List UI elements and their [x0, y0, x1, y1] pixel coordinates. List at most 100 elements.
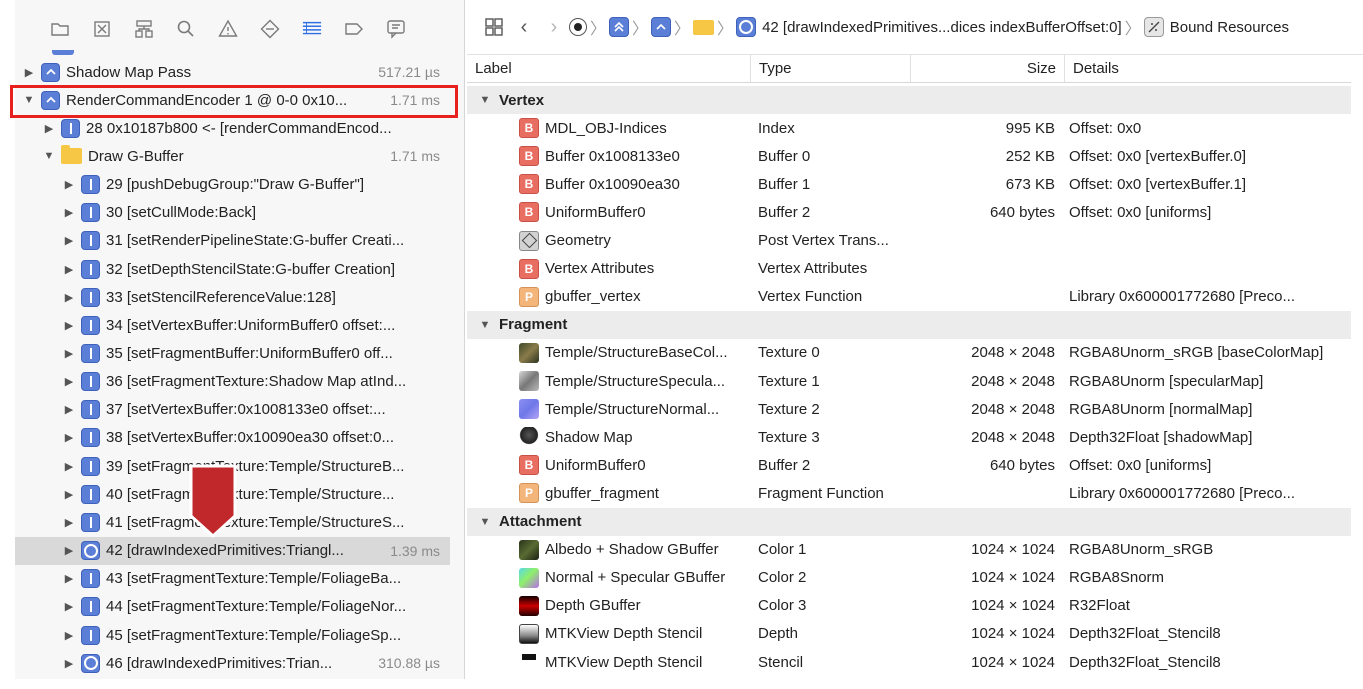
breadcrumb-bound-resources[interactable]: Bound Resources	[1170, 19, 1289, 36]
breadcrumb-separator-icon: 〉	[632, 21, 649, 38]
disclosure-collapsed-icon[interactable]: ▶	[63, 179, 75, 191]
disclosure-expanded-icon[interactable]: ▼	[479, 94, 491, 106]
disclosure-collapsed-icon[interactable]: ▶	[63, 207, 75, 219]
breadcrumb-separator-icon: 〉	[1124, 21, 1141, 38]
breadcrumb-current[interactable]: 42 [drawIndexedPrimitives...dices indexB…	[762, 19, 1122, 36]
group-label: Fragment	[499, 316, 568, 334]
cell-size: 252 KB	[1005, 147, 1055, 165]
disclosure-collapsed-icon[interactable]: ▶	[63, 488, 75, 501]
tree-row[interactable]: ▶ 46 [drawIndexedPrimitives:Trian... 310.8…	[15, 649, 450, 677]
comment-icon[interactable]	[375, 16, 417, 42]
column-header-label[interactable]: Label	[467, 55, 751, 82]
resource-row[interactable]: Geometry Post Vertex Trans...	[467, 227, 1351, 255]
resource-row[interactable]: Normal + Specular GBuffer Color 2 1024 × 1…	[467, 564, 1351, 592]
tree-row-label: 39 [setFragmentTexture:Temple/StructureB…	[106, 457, 405, 475]
back-chevron-icon[interactable]: ‹	[509, 13, 539, 41]
folder-icon[interactable]	[39, 16, 81, 42]
disclosure-collapsed-icon[interactable]: ▶	[63, 573, 75, 585]
disclosure-collapsed-icon[interactable]: ▶	[63, 545, 75, 557]
disclosure-collapsed-icon[interactable]: ▶	[63, 319, 75, 332]
column-header-type[interactable]: Type	[751, 55, 911, 82]
tree-row[interactable]: ▼ Draw G-Buffer 1.71 ms	[15, 142, 450, 170]
cell-details: RGBA8Unorm_sRGB [baseColorMap]	[1069, 344, 1324, 362]
resource-row[interactable]: Depth GBuffer Color 3 1024 × 1024 R32Float	[467, 592, 1351, 620]
tree-row[interactable]: ▶ 28 0x10187b800 <- [renderCommandEncod..…	[15, 114, 450, 142]
resource-row[interactable]: Shadow Map Texture 3 2048 × 2048 Depth32Flo…	[467, 423, 1351, 451]
list-icon[interactable]	[291, 16, 333, 42]
tree-row[interactable]: ▶ 29 [pushDebugGroup:"Draw G-Buffer"]	[15, 171, 450, 199]
disclosure-collapsed-icon[interactable]: ▶	[63, 348, 75, 360]
resource-row[interactable]: Temple/StructureNormal... Texture 2 2048 ×…	[467, 395, 1351, 423]
resource-row[interactable]: Pgbuffer_vertex Vertex Function Library 0x…	[467, 283, 1351, 311]
tree-row[interactable]: ▶ 43 [setFragmentTexture:Temple/FoliageBa…	[15, 565, 450, 593]
api-call-icon	[81, 597, 100, 617]
disclosure-collapsed-icon[interactable]: ▶	[63, 629, 75, 642]
resource-row[interactable]: B Buffer 0x10090ea30 Buffer 1 673 KB Offset:…	[467, 170, 1351, 198]
group-row-attachment[interactable]: ▼ Attachment	[467, 507, 1351, 536]
disclosure-collapsed-icon[interactable]: ▶	[63, 516, 75, 529]
column-header-size[interactable]: Size	[911, 55, 1065, 82]
tree-row[interactable]: ▶ 37 [setVertexBuffer:0x1008133e0 offset:…	[15, 396, 450, 424]
group-row-fragment[interactable]: ▼ Fragment	[467, 310, 1351, 339]
search-icon[interactable]	[165, 16, 207, 42]
disclosure-collapsed-icon[interactable]: ▶	[23, 66, 35, 79]
cell-size: 640 bytes	[989, 456, 1055, 474]
tree-row[interactable]: ▶ 32 [setDepthStencilState:G-buffer Creat…	[15, 255, 450, 283]
tree-row[interactable]: ▶ Shadow Map Pass 517.21 µs	[15, 58, 450, 86]
disclosure-expanded-icon[interactable]: ▼	[43, 150, 55, 162]
group-row-vertex[interactable]: ▼ Vertex	[467, 86, 1351, 114]
tree-row[interactable]: ▶ 45 [setFragmentTexture:Temple/FoliageSp…	[15, 621, 450, 649]
resource-row[interactable]: B Vertex Attributes Vertex Attributes	[467, 255, 1351, 283]
tree-row[interactable]: ▶ 31 [setRenderPipelineState:G-buffer Cre…	[15, 227, 450, 255]
trace-icon[interactable]	[569, 18, 587, 36]
disclosure-collapsed-icon[interactable]: ▶	[63, 460, 75, 473]
tree-row[interactable]: ▶ 38 [setVertexBuffer:0x10090ea30 offset:…	[15, 424, 450, 452]
resource-row[interactable]: B Buffer 0x1008133e0 Buffer 0 252 KB Offset:…	[467, 142, 1351, 170]
tree-row-label: 34 [setVertexBuffer:UniformBuffer0 offse…	[106, 316, 396, 334]
resource-row[interactable]: Temple/StructureBaseCol... Texture 0 2048 …	[467, 339, 1351, 367]
resource-row[interactable]: B UniformBuffer0 Buffer 2 640 bytes Offset: …	[467, 451, 1351, 479]
encoder-icon[interactable]	[651, 17, 672, 37]
disclosure-collapsed-icon[interactable]: ▶	[63, 263, 75, 276]
resource-row[interactable]: Pgbuffer_fragment Fragment Function Librar…	[467, 479, 1351, 507]
resource-label: Vertex Attributes	[545, 260, 655, 278]
warning-icon[interactable]	[207, 16, 249, 42]
resource-row[interactable]: MTKView Depth Stencil Stencil 1024 × 1024 D…	[467, 648, 1351, 676]
resource-row[interactable]: B MDL_OBJ-Indices Index 995 KB Offset: 0x0	[467, 114, 1351, 142]
tree-row[interactable]: ▶ 35 [setFragmentBuffer:UniformBuffer0 of…	[15, 340, 450, 368]
folder-icon[interactable]	[693, 19, 715, 35]
column-header-details[interactable]: Details	[1065, 55, 1351, 82]
tree-row[interactable]: ▶ 33 [setStencilReferenceValue:128]	[15, 283, 450, 311]
disclosure-collapsed-icon[interactable]: ▶	[63, 601, 75, 613]
breakpoint-diamond-icon[interactable]	[249, 16, 291, 42]
disclosure-collapsed-icon[interactable]: ▶	[63, 404, 75, 416]
command-buffer-icon[interactable]	[609, 17, 630, 37]
disclosure-collapsed-icon[interactable]: ▶	[43, 122, 55, 135]
forward-chevron-icon[interactable]: ›	[539, 13, 569, 41]
tree-row[interactable]: ▶ 36 [setFragmentTexture:Shadow Map atInd…	[15, 368, 450, 396]
disclosure-collapsed-icon[interactable]: ▶	[63, 235, 75, 247]
disclosure-collapsed-icon[interactable]: ▶	[63, 291, 75, 304]
disclosure-collapsed-icon[interactable]: ▶	[63, 432, 75, 444]
resource-row[interactable]: MTKView Depth Stencil Depth 1024 × 1024 Dep…	[467, 620, 1351, 648]
cell-size: 2048 × 2048	[971, 428, 1055, 446]
disclosure-expanded-icon[interactable]: ▼	[479, 516, 491, 528]
tree-row-selected[interactable]: ▶ 42 [drawIndexedPrimitives:Triangl... 1.3…	[15, 536, 450, 565]
disclosure-expanded-icon[interactable]: ▼	[479, 319, 491, 331]
bound-resources-icon[interactable]	[1143, 17, 1164, 37]
memory-icon[interactable]	[81, 16, 123, 42]
resource-label: UniformBuffer0	[545, 456, 646, 474]
tree-row[interactable]: ▶ 34 [setVertexBuffer:UniformBuffer0 offs…	[15, 311, 450, 339]
resource-row[interactable]: B UniformBuffer0 Buffer 2 640 bytes Offset: …	[467, 198, 1351, 226]
disclosure-collapsed-icon[interactable]: ▶	[63, 376, 75, 388]
grid-icon[interactable]	[479, 13, 509, 41]
resource-row[interactable]: Temple/StructureSpecula... Texture 1 2048 …	[467, 367, 1351, 395]
tree-row[interactable]: ▶ 44 [setFragmentTexture:Temple/FoliageNo…	[15, 593, 450, 621]
resource-row[interactable]: Albedo + Shadow GBuffer Color 1 1024 × 102…	[467, 536, 1351, 564]
hierarchy-icon[interactable]	[123, 16, 165, 42]
disclosure-collapsed-icon[interactable]: ▶	[63, 657, 75, 670]
tag-icon[interactable]	[333, 16, 375, 42]
draw-call-icon[interactable]	[736, 17, 757, 37]
tree-row-label: 42 [drawIndexedPrimitives:Triangl...	[106, 542, 344, 560]
tree-row[interactable]: ▶ 30 [setCullMode:Back]	[15, 199, 450, 227]
